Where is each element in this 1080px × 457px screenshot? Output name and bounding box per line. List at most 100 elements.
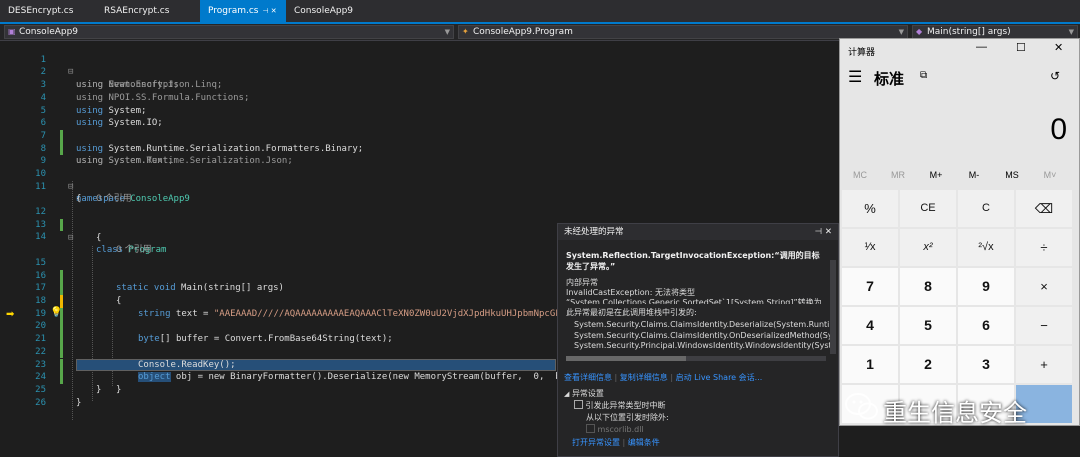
code-line-22[interactable]: 22 — [20, 333, 63, 372]
tab-desencrypt[interactable]: DESEncrypt.cs — [0, 0, 96, 22]
code-line-1[interactable]: 1 ⊟ using Evan.Encrypt; — [20, 41, 179, 90]
code-line-20[interactable]: 20 💡 object obj = new BinaryFormatter().… — [20, 307, 642, 383]
scrollbar-thumb[interactable] — [566, 356, 686, 361]
open-exception-settings-link[interactable]: 打开异常设置 — [572, 438, 620, 447]
inner-exception-label: 内部异常 — [566, 278, 598, 287]
member-dropdown[interactable]: ◆ Main(string[] args) ▼ — [912, 25, 1078, 39]
code-line-9[interactable]: 9 — [20, 143, 46, 166]
code-line-11[interactable]: 11 { — [20, 168, 81, 205]
digit-5-button[interactable]: 5 — [900, 307, 956, 344]
watermark-text: 重生信息安全 — [883, 399, 1027, 427]
stack-frame[interactable]: System.Security.Claims.ClaimsIdentity.On… — [574, 331, 836, 342]
memory-add-button[interactable]: M+ — [916, 170, 956, 180]
code-line-6[interactable]: 6 using System.Runtime.Serialization.For… — [20, 105, 364, 153]
digit-9-button[interactable]: 9 — [958, 268, 1014, 305]
close-button[interactable]: ✕ — [1054, 41, 1063, 54]
digit-3-button[interactable]: 3 — [958, 346, 1014, 383]
code-line-12[interactable]: 12 ⊟ class Program — [20, 193, 166, 255]
break-checkbox[interactable] — [574, 400, 583, 409]
module-checkbox[interactable] — [586, 424, 595, 433]
pin-close-icons[interactable]: ⊣ ✕ — [815, 224, 832, 240]
view-details-link[interactable]: 查看详细信息 — [564, 373, 612, 382]
pin-close-icons[interactable]: ⊣ ✕ — [262, 7, 276, 15]
code-line-14[interactable]: 14 — [20, 219, 46, 242]
maximize-button[interactable]: ☐ — [1016, 41, 1026, 54]
divide-button[interactable]: ÷ — [1016, 229, 1072, 266]
multiply-button[interactable]: × — [1016, 268, 1072, 305]
digit-2-button[interactable]: 2 — [900, 346, 956, 383]
exception-helper-popup: 未经处理的异常 ⊣ ✕ System.Reflection.TargetInvo… — [557, 223, 839, 457]
code-line-5[interactable]: 5 using System.IO; — [20, 92, 163, 129]
collapse-icon[interactable]: ⊟ — [68, 232, 73, 245]
stack-frame[interactable]: System.Security.Principal.WindowsIdentit… — [574, 341, 836, 352]
digit-4-button[interactable]: 4 — [842, 307, 898, 344]
digit-6-button[interactable]: 6 — [958, 307, 1014, 344]
vertical-scrollbar[interactable] — [830, 260, 836, 354]
reference-count[interactable]: 0 个引用 — [96, 193, 132, 206]
keyword: using — [76, 80, 104, 91]
code-line-2[interactable]: 2 using Newtonsoft.Json.Linq; — [20, 54, 223, 90]
reference-count[interactable]: 0 个引用 — [116, 244, 152, 257]
keyword: using — [76, 92, 104, 103]
exception-links: 查看详细信息 | 复制详细信息 | 启动 Live Share 会话... — [564, 373, 763, 382]
tab-consoleapp9[interactable]: ConsoleApp9 — [286, 0, 376, 22]
memory-list-button[interactable]: M˅ — [1030, 170, 1070, 180]
code-line-4[interactable]: 4 using System; — [20, 79, 147, 116]
code-line-13[interactable]: 13 { — [20, 206, 101, 243]
code-lens-ref-1[interactable]: 0 个引用 — [20, 181, 132, 204]
break-on-exception-option[interactable]: 引发此异常类型时中断 — [574, 400, 666, 411]
memory-store-button[interactable]: MS — [992, 170, 1032, 180]
clear-entry-button[interactable]: CE — [900, 190, 956, 227]
horizontal-scrollbar[interactable] — [566, 356, 826, 361]
memory-recall-button[interactable]: MR — [878, 170, 918, 180]
digit-8-button[interactable]: 8 — [900, 268, 956, 305]
keep-on-top-icon[interactable]: ⧉ — [920, 70, 927, 81]
history-icon[interactable]: ↺ — [1050, 69, 1060, 83]
memory-clear-button[interactable]: MC — [840, 170, 880, 180]
square-root-button[interactable]: ²√x — [958, 229, 1014, 266]
tab-program[interactable]: Program.cs ⊣ ✕ — [200, 0, 286, 22]
code-line-3[interactable]: 3 using NPOI.SS.Formula.Functions; — [20, 66, 250, 103]
reciprocal-button[interactable]: ¹⁄x — [842, 229, 898, 266]
code-line-17[interactable]: 17 string text = "AAEAAAD/////AQAAAAAAAA… — [20, 270, 685, 318]
code-line-25[interactable]: 25 } — [20, 371, 81, 408]
clear-button[interactable]: C — [958, 190, 1014, 227]
tab-rsaencrypt[interactable]: RSAEncrypt.cs — [96, 0, 200, 22]
breakpoint-gutter[interactable]: ➡ — [0, 41, 20, 457]
code-line-21[interactable]: 21 Console.ReadKey(); — [20, 320, 235, 369]
stack-frame[interactable]: System.Security.Claims.ClaimsIdentity.De… — [574, 320, 836, 331]
code-line-18[interactable]: 18 — [20, 282, 63, 321]
code-line-23[interactable]: 23 } — [20, 346, 121, 395]
module-option[interactable]: mscorlib.dll — [586, 424, 644, 434]
class-dropdown[interactable]: ✦ ConsoleApp9.Program ▼ — [458, 25, 908, 39]
exception-settings-header[interactable]: ◢ 异常设置 — [564, 388, 604, 399]
lightbulb-icon[interactable]: 💡 — [50, 307, 62, 320]
call-stack-list[interactable]: System.Security.Claims.ClaimsIdentity.De… — [574, 320, 836, 354]
backspace-button[interactable]: ⌫ — [1016, 190, 1072, 227]
collapse-icon[interactable]: ⊟ — [68, 181, 73, 194]
code-line-10[interactable]: 10 ⊟ namespace ConsoleApp9 — [20, 155, 190, 204]
square-button[interactable]: x² — [900, 229, 956, 266]
collapse-icon[interactable]: ⊟ — [68, 66, 73, 79]
edit-conditions-link[interactable]: 编辑条件 — [628, 438, 660, 447]
percent-button[interactable]: % — [842, 190, 898, 227]
memory-subtract-button[interactable]: M- — [954, 170, 994, 180]
code-line-24[interactable]: 24 } — [20, 359, 101, 395]
digit-7-button[interactable]: 7 — [842, 268, 898, 305]
document-tab-strip: DESEncrypt.cs RSAEncrypt.cs Program.cs ⊣ … — [0, 0, 1080, 24]
code-line-16[interactable]: 16 { — [20, 257, 121, 306]
code-line-7[interactable]: 7 using System.Runtime.Serialization.Jso… — [20, 117, 293, 166]
minimize-button[interactable]: — — [976, 41, 987, 53]
digit-1-button[interactable]: 1 — [842, 346, 898, 383]
add-button[interactable]: + — [1016, 346, 1072, 383]
code-line-19[interactable]: 19 byte[] buffer = Convert.FromBase64Str… — [20, 295, 393, 344]
code-line-8[interactable]: 8 using System.Text; — [20, 130, 174, 167]
line-number: 14 — [35, 232, 46, 243]
project-dropdown[interactable]: ▣ ConsoleApp9 ▼ — [4, 25, 454, 39]
live-share-link[interactable]: 启动 Live Share 会话... — [676, 373, 763, 382]
hamburger-menu-icon[interactable]: ☰ — [848, 67, 862, 87]
copy-details-link[interactable]: 复制详细信息 — [620, 373, 668, 382]
code-line-26[interactable]: 26 — [20, 384, 46, 408]
inner-exception-text-cut: “System.Collections.Generic.SortedSet`1[… — [566, 298, 822, 304]
subtract-button[interactable]: − — [1016, 307, 1072, 344]
